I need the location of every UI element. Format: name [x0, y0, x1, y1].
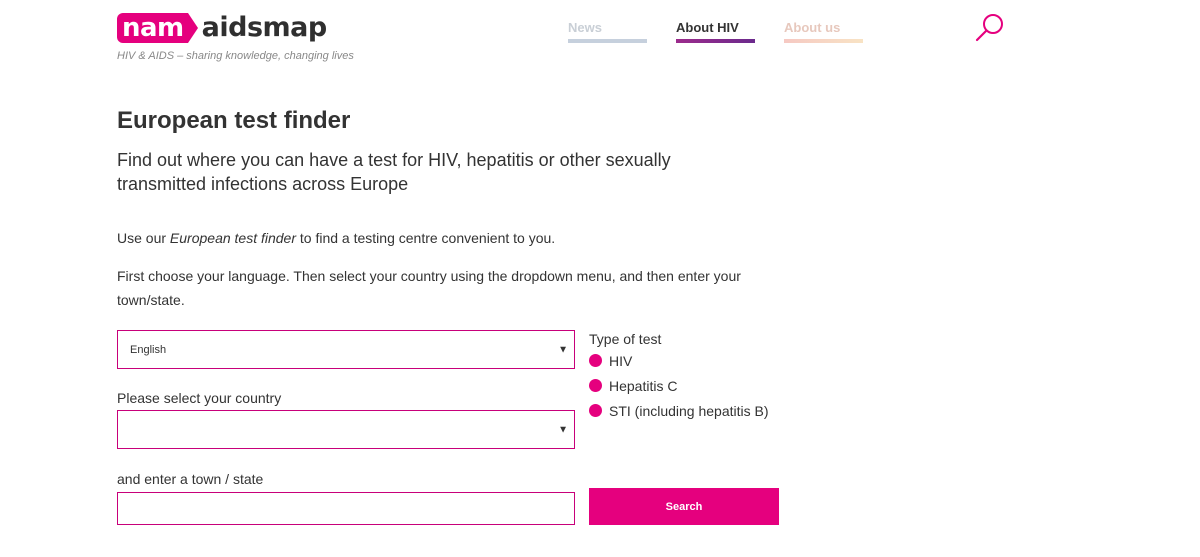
- nav-item-label: About us: [784, 20, 841, 35]
- nav-item-news[interactable]: News: [568, 20, 647, 43]
- nav-underline: [568, 39, 647, 43]
- logo-wordmark: nam aidsmap: [117, 12, 354, 44]
- test-option-label: STI (including hepatitis B): [609, 402, 769, 419]
- test-option-sti[interactable]: STI (including hepatitis B): [589, 398, 769, 423]
- country-select[interactable]: ▼: [117, 410, 575, 449]
- logo-aidsmap: aidsmap: [201, 12, 328, 43]
- test-option-label: HIV: [609, 352, 633, 369]
- radio-dot-icon: [589, 354, 602, 367]
- radio-dot-icon: [589, 379, 602, 392]
- instructions-text: First choose your language. Then select …: [117, 268, 741, 308]
- town-input[interactable]: [117, 492, 575, 525]
- main-content: European test finder Find out where you …: [117, 106, 787, 312]
- chevron-down-icon: ▼: [558, 424, 568, 435]
- intro-text: Use our European test finder to find a t…: [117, 226, 787, 250]
- search-button[interactable]: Search: [589, 488, 779, 525]
- intro-before: Use our: [117, 230, 170, 246]
- main-nav: News About HIV About us: [568, 20, 892, 43]
- nav-item-about-us[interactable]: About us: [784, 20, 863, 43]
- test-option-hiv[interactable]: HIV: [589, 348, 769, 373]
- intro-after: to find a testing centre convenient to y…: [296, 230, 556, 246]
- logo-arrow: [187, 13, 198, 43]
- test-type-label: Type of test: [589, 331, 662, 347]
- test-option-hepatitis-c[interactable]: Hepatitis C: [589, 373, 769, 398]
- nav-item-about-hiv[interactable]: About HIV: [676, 20, 755, 43]
- page-title: European test finder: [117, 107, 351, 134]
- language-select-value: English: [130, 343, 167, 356]
- test-type-group: Type of test HIV Hepatitis C STI (includ…: [589, 330, 769, 423]
- town-label: and enter a town / state: [117, 471, 264, 487]
- nav-item-label: News: [568, 20, 602, 35]
- country-label: Please select your country: [117, 390, 282, 406]
- nav-underline: [784, 39, 863, 43]
- language-select[interactable]: English ▼: [117, 330, 575, 369]
- site-logo[interactable]: nam aidsmap HIV & AIDS – sharing knowled…: [117, 12, 354, 62]
- search-icon[interactable]: [974, 12, 1006, 44]
- radio-dot-icon: [589, 404, 602, 417]
- nav-underline: [676, 39, 755, 43]
- nav-item-label: About HIV: [676, 20, 739, 35]
- test-option-label: Hepatitis C: [609, 377, 678, 394]
- intro-emphasis: European test finder: [169, 230, 297, 246]
- page-subtitle: Find out where you can have a test for H…: [117, 150, 671, 194]
- logo-nam: nam: [117, 13, 188, 43]
- logo-tagline: HIV & AIDS – sharing knowledge, changing…: [117, 50, 354, 62]
- chevron-down-icon: ▼: [558, 344, 568, 355]
